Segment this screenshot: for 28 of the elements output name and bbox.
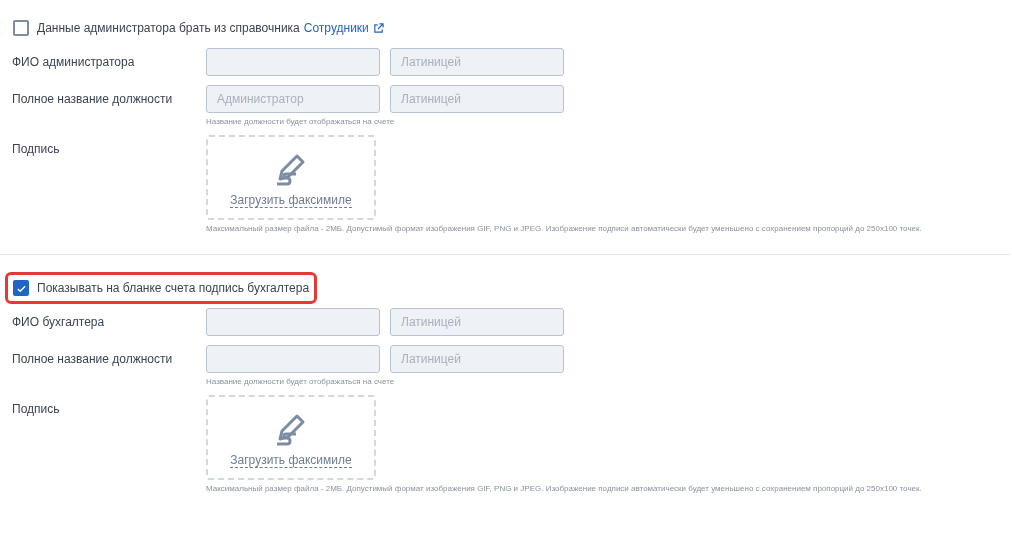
checkbox[interactable] bbox=[13, 20, 29, 36]
checkbox-label: Данные администратора брать из справочника bbox=[37, 20, 300, 36]
employees-link[interactable]: Сотрудники bbox=[303, 20, 369, 36]
checkbox[interactable] bbox=[13, 280, 29, 296]
latin-field[interactable]: Латиницей bbox=[390, 345, 564, 373]
hint-text: Максимальный размер файла - 2МБ. Допустимый формат изображения GIF, PNG и JPEG. Изображение подписи автоматически будет уменьшено с сохранением пропорций до 250x100 точек. bbox=[206, 224, 922, 234]
field-label: ФИО администратора bbox=[12, 54, 136, 70]
field-label: Подпись bbox=[12, 401, 61, 417]
upload-area[interactable]: Загрузить факсимиле bbox=[206, 395, 376, 480]
hint-text: Название должности будет отображаться на счете bbox=[206, 377, 396, 387]
hint-text: Название должности будет отображаться на счете bbox=[206, 117, 396, 127]
position-field[interactable] bbox=[206, 345, 380, 373]
hint-text: Максимальный размер файла - 2МБ. Допустимый формат изображения GIF, PNG и JPEG. Изображение подписи автоматически будет уменьшено с сохранением пропорций до 250x100 точек. bbox=[206, 484, 922, 494]
field-label: ФИО бухгалтера bbox=[12, 314, 106, 330]
name-field[interactable] bbox=[206, 308, 380, 336]
external-link-icon bbox=[372, 22, 384, 34]
checkbox-label: Показывать на бланке счета подпись бухгалтера bbox=[37, 280, 310, 296]
latin-field[interactable]: Латиницей bbox=[390, 308, 564, 336]
field-label: Полное название должности bbox=[12, 91, 174, 107]
upload-link[interactable]: Загрузить факсимиле bbox=[230, 193, 352, 208]
latin-field[interactable]: Латиницей bbox=[390, 48, 564, 76]
field-label: Подпись bbox=[12, 141, 61, 157]
position-field[interactable]: Администратор bbox=[206, 85, 380, 113]
field-label: Полное название должности bbox=[12, 351, 174, 367]
upload-link[interactable]: Загрузить факсимиле bbox=[230, 453, 352, 468]
name-field[interactable] bbox=[206, 48, 380, 76]
upload-area[interactable]: Загрузить факсимиле bbox=[206, 135, 376, 220]
latin-field[interactable]: Латиницей bbox=[390, 85, 564, 113]
